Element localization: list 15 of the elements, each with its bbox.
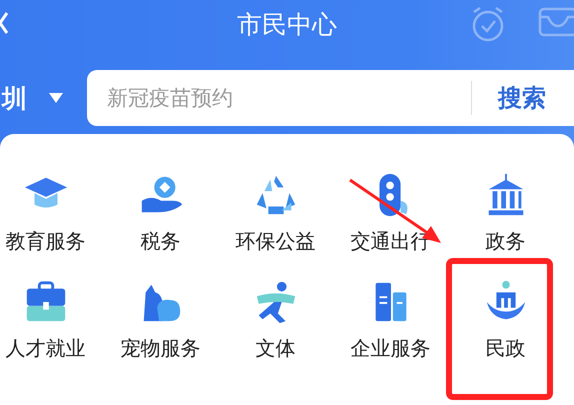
dropdown-caret-icon[interactable] — [49, 93, 63, 103]
service-label[interactable]: 文体 — [256, 335, 296, 362]
service-label[interactable]: 教育服务 — [6, 228, 86, 255]
service-label[interactable]: 民政 — [486, 335, 526, 362]
service-label[interactable]: 政务 — [486, 228, 526, 255]
page-title: 市民中心 — [237, 8, 337, 40]
back-icon[interactable] — [0, 12, 8, 34]
city-selector[interactable]: 圳 — [0, 82, 27, 114]
search-field[interactable]: 新冠疫苗预约 搜索 — [87, 70, 574, 126]
search-button[interactable]: 搜索 — [472, 82, 574, 114]
service-label[interactable]: 宠物服务 — [120, 335, 200, 362]
service-label[interactable]: 企业服务 — [350, 335, 430, 362]
service-label[interactable]: 环保公益 — [236, 228, 316, 255]
service-label[interactable]: 人才就业 — [6, 335, 86, 362]
service-label[interactable]: 税务 — [140, 228, 180, 255]
